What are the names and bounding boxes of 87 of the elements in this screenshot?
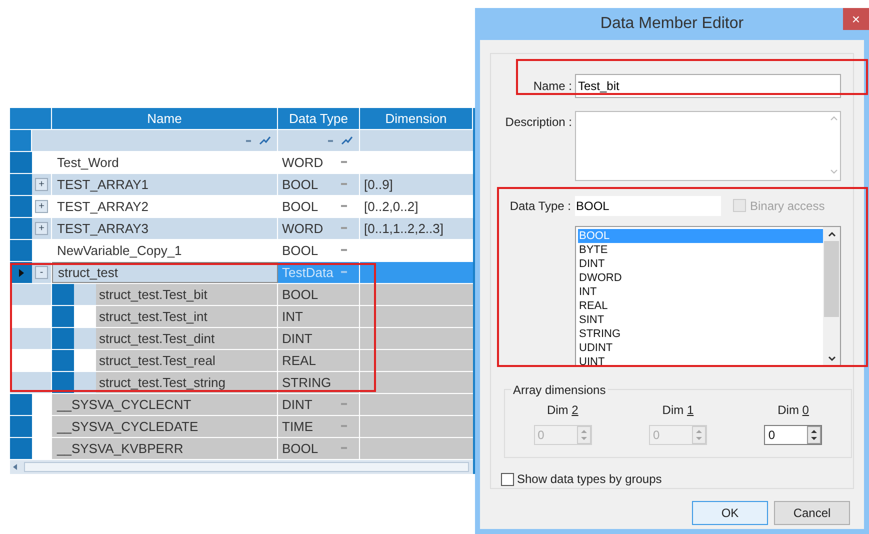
name-input[interactable]: Test_bit (575, 74, 841, 98)
dialog-button[interactable]: Cancel (774, 501, 850, 525)
dimension-cell-text: [0..9] (364, 176, 393, 194)
data-type-option[interactable]: SINT (578, 312, 823, 327)
data-type-option[interactable]: DWORD (578, 270, 823, 285)
name-cell: __SYSVA_CYCLECNT (52, 394, 278, 415)
member-indent-marker (52, 350, 74, 371)
data-type-cell-text: DINT (282, 330, 312, 348)
data-type-cell-text: WORD (282, 154, 324, 172)
dimension-label: Dim 0 (778, 402, 809, 419)
member-indent-marker (52, 284, 74, 305)
member-indent-marker (52, 306, 74, 327)
data-type-option[interactable]: INT (578, 284, 823, 299)
dropdown-caret-icon[interactable] (341, 205, 347, 208)
name-cell: struct_test.Test_dint (96, 328, 278, 349)
row-header[interactable] (10, 284, 32, 305)
data-type-label: Data Type : (508, 198, 572, 215)
name-cell: TEST_ARRAY1 (52, 174, 278, 195)
dropdown-caret-icon[interactable] (341, 183, 347, 186)
data-type-option[interactable]: UDINT (578, 340, 823, 355)
name-cell: struct_test.Test_real (96, 350, 278, 371)
data-type-option[interactable]: DINT (578, 256, 823, 271)
dropdown-caret-icon[interactable] (341, 161, 347, 164)
expand-toggle[interactable]: + (35, 178, 48, 191)
row-header[interactable] (10, 328, 32, 349)
expand-toggle[interactable]: + (35, 200, 48, 213)
data-type-cell-text: WORD (282, 220, 324, 238)
description-label: Description : (504, 114, 573, 131)
dropdown-caret-icon[interactable] (341, 447, 347, 450)
data-type-cell-text: REAL (282, 352, 316, 370)
indent-cell (74, 372, 96, 393)
dropdown-caret-icon[interactable] (341, 227, 347, 230)
column-header[interactable]: Data Type (278, 108, 360, 129)
name-cell: __SYSVA_KVBPERR (52, 438, 278, 459)
name-cell: __SYSVA_CYCLEDATE (52, 416, 278, 437)
name-cell: struct_test (52, 262, 278, 283)
data-type-list[interactable]: BOOL BYTE DINT DWORD INT REAL SINT STRING UDINT UINT (575, 226, 841, 367)
row-pointer-icon (18, 268, 24, 276)
dialog-title: Data Member Editor (600, 14, 744, 34)
dialog-button[interactable]: OK (692, 501, 768, 525)
column-header[interactable]: Dimension (360, 108, 473, 129)
dimension-label: Dim 1 (662, 402, 694, 419)
description-field[interactable] (575, 110, 841, 181)
dropdown-caret-icon[interactable] (341, 403, 347, 406)
spinner-arrows-icon[interactable] (807, 426, 822, 444)
checkbox[interactable] (501, 472, 514, 486)
dropdown-caret-icon[interactable] (341, 425, 347, 428)
data-type-option[interactable]: REAL (578, 298, 823, 313)
data-type-cell-text: BOOL (282, 198, 318, 216)
data-type-option[interactable]: UINT (578, 354, 823, 369)
dimension-label: Dim 2 (546, 402, 578, 419)
member-indent-marker (52, 372, 74, 393)
dropdown-caret-icon[interactable] (341, 271, 347, 274)
show-by-groups-label: Show data types by groups (517, 471, 662, 488)
column-header[interactable]: Name (52, 108, 278, 129)
name-cell: struct_test.Test_bit (96, 284, 278, 305)
dimension-cell-text: [0..2,0..2] (364, 198, 418, 216)
data-type-input[interactable]: BOOL (575, 196, 721, 216)
binary-access-label: Binary access (750, 198, 825, 215)
expand-toggle[interactable]: + (35, 222, 48, 235)
data-type-cell-text: INT (282, 308, 303, 326)
dropdown-caret-icon[interactable] (341, 249, 347, 252)
dash-icon (328, 140, 333, 142)
name-cell: struct_test.Test_string (96, 372, 278, 393)
expand-toggle[interactable]: - (35, 266, 48, 279)
name-cell: TEST_ARRAY3 (52, 218, 278, 239)
indent-cell (74, 284, 96, 305)
horizontal-scrollbar[interactable] (10, 460, 473, 474)
data-type-cell-text: STRING (282, 374, 332, 392)
member-indent-marker (52, 328, 74, 349)
list-scrollbar[interactable] (823, 226, 840, 366)
data-type-cell-text: DINT (282, 396, 312, 414)
dash-icon (246, 140, 251, 142)
indent-cell (74, 328, 96, 349)
close-button[interactable]: × (843, 8, 869, 30)
dimension-spinner[interactable]: 0 (764, 425, 822, 445)
data-type-option[interactable]: STRING (578, 326, 823, 341)
data-type-cell-text: BOOL (282, 176, 318, 194)
dimension-cell-text: [0..1,1..2,2..3] (364, 220, 444, 238)
name-cell: struct_test.Test_int (96, 306, 278, 327)
data-type-option[interactable]: BYTE (578, 242, 823, 257)
name-label: Name : (532, 78, 573, 95)
data-type-cell-text: BOOL (282, 286, 318, 304)
data-type-cell-text: TIME (282, 418, 314, 436)
data-type-cell-text: BOOL (282, 242, 318, 260)
data-type-cell-text: TestData (282, 264, 334, 282)
data-type-cell-text: BOOL (282, 440, 318, 458)
